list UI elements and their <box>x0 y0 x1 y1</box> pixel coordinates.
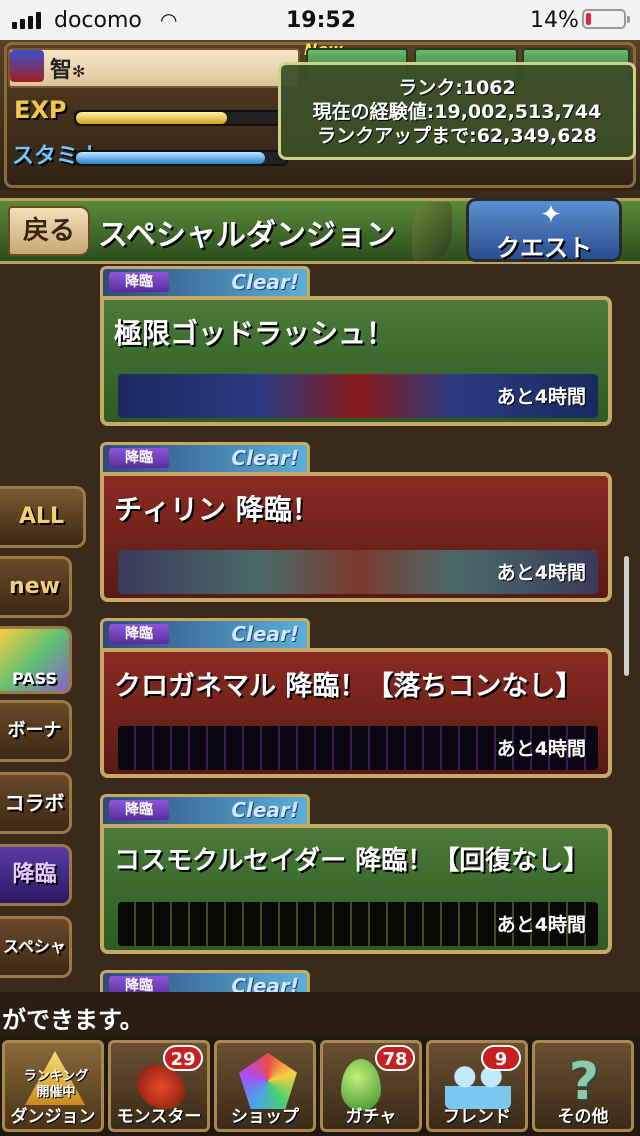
tab-descent[interactable]: 降臨 <box>0 844 72 906</box>
dungeon-banner: あと4時間 <box>118 726 598 770</box>
stamina-bar <box>74 150 288 166</box>
dragon-ornament-icon <box>412 202 452 260</box>
time-remaining: あと4時間 <box>496 738 586 760</box>
dungeon-banner: あと4時間 <box>118 550 598 594</box>
nav-label: ダンジョン <box>10 1107 96 1127</box>
back-button[interactable]: 戻る <box>8 206 90 256</box>
nav-label: ショップ <box>231 1107 299 1127</box>
monster-count-badge: 29 <box>163 1045 203 1071</box>
time-remaining: あと4時間 <box>496 386 586 408</box>
current-exp-line: 現在の経験値:19,002,513,744 <box>312 101 602 123</box>
nav-label: フレンド <box>443 1107 511 1127</box>
dungeon-card[interactable]: 降臨 Clear! 極限ゴッドラッシュ！ あと4時間 <box>100 266 612 432</box>
nav-dungeon[interactable]: ランキング 開催中 ダンジョン <box>2 1040 104 1132</box>
battery-icon <box>582 9 630 29</box>
dungeon-card[interactable]: 降臨 Clear! コスモクルセイダー 降臨！【回復なし】 あと4時間 <box>100 794 612 960</box>
exp-label: EXP <box>14 96 67 124</box>
gacha-count-badge: 78 <box>375 1045 415 1071</box>
clear-label: Clear! <box>231 446 299 470</box>
rank-line: ランク:1062 <box>398 77 516 99</box>
carrier-name: docomo <box>54 8 142 33</box>
nav-other[interactable]: ? その他 <box>532 1040 634 1132</box>
descent-badge: 降臨 <box>109 976 169 992</box>
tab-pass[interactable]: PASS <box>0 626 72 694</box>
dungeon-banner: あと4時間 <box>118 902 598 946</box>
clear-label: Clear! <box>231 974 299 992</box>
nav-label: モンスター <box>116 1107 202 1127</box>
dungeon-card[interactable]: 降臨 Clear! クロガネマル 降臨！【落ちコンなし】 あと4時間 <box>100 618 612 784</box>
signal-icon <box>12 11 48 29</box>
gem-icon <box>239 1053 297 1109</box>
tab-collab[interactable]: コラボ <box>0 772 72 834</box>
ticker-message: ができます。 <box>2 1006 144 1034</box>
tab-special[interactable]: スペシャル <box>0 916 72 1012</box>
time-remaining: あと4時間 <box>496 562 586 584</box>
avatar[interactable] <box>10 50 44 82</box>
descent-badge: 降臨 <box>109 448 169 468</box>
dungeon-card[interactable]: 降臨 Clear! チィリン 降臨！ あと4時間 <box>100 442 612 608</box>
descent-badge: 降臨 <box>109 624 169 644</box>
player-name: 智✻ <box>50 58 86 83</box>
clock: 19:52 <box>286 8 357 33</box>
nav-shop[interactable]: ショップ <box>214 1040 316 1132</box>
descent-badge: 降臨 <box>109 800 169 820</box>
nav-friend[interactable]: 9 フレンド <box>426 1040 528 1132</box>
battery-percent: 14% <box>530 8 579 33</box>
time-remaining: あと4時間 <box>496 914 586 936</box>
card-tag: 降臨 Clear! <box>100 794 310 824</box>
exp-bar <box>74 110 288 126</box>
status-bar: docomo ◠ 19:52 14% <box>0 0 640 40</box>
scrollbar[interactable] <box>624 556 629 676</box>
nav-monster[interactable]: 29 モンスター <box>108 1040 210 1132</box>
dungeon-name: コスモクルセイダー 降臨！【回復なし】 <box>114 846 590 876</box>
clear-label: Clear! <box>231 622 299 646</box>
card-tag: 降臨 Clear! <box>100 618 310 648</box>
friend-count-badge: 9 <box>481 1045 521 1071</box>
dungeon-banner: あと4時間 <box>118 374 598 418</box>
tab-bonus[interactable]: ボーナス <box>0 700 72 797</box>
wifi-icon: ◠ <box>160 8 178 32</box>
card-body: クロガネマル 降臨！【落ちコンなし】 あと4時間 <box>100 648 612 778</box>
descent-badge: 降臨 <box>109 272 169 292</box>
nav-label: その他 <box>557 1107 609 1127</box>
tab-new[interactable]: new <box>0 556 72 618</box>
card-body: 極限ゴッドラッシュ！ あと4時間 <box>100 296 612 426</box>
clear-label: Clear! <box>231 798 299 822</box>
tab-all[interactable]: ALL <box>0 486 86 548</box>
sparkle-icon: ✦ <box>540 200 562 230</box>
card-body: チィリン 降臨！ あと4時間 <box>100 472 612 602</box>
dungeon-name: チィリン 降臨！ <box>114 493 320 526</box>
rank-tooltip: ランク:1062 現在の経験値:19,002,513,744 ランクアップまで:… <box>278 62 636 160</box>
ranking-label: ランキング 開催中 <box>23 1069 89 1100</box>
clear-label: Clear! <box>231 270 299 294</box>
card-body: コスモクルセイダー 降臨！【回復なし】 あと4時間 <box>100 824 612 954</box>
rank-up-line: ランクアップまで:62,349,628 <box>317 125 597 147</box>
nav-gacha[interactable]: 78 ガチャ <box>320 1040 422 1132</box>
dungeon-name: 極限ゴッドラッシュ！ <box>114 317 395 350</box>
dungeon-name: クロガネマル 降臨！【落ちコンなし】 <box>114 671 583 702</box>
quest-label: クエスト <box>496 234 592 262</box>
nav-label: ガチャ <box>345 1107 397 1127</box>
card-tag: 降臨 Clear! <box>100 266 310 296</box>
card-tag: 降臨 Clear! <box>100 442 310 472</box>
dungeon-card-partial[interactable]: 降臨 Clear! <box>100 970 612 992</box>
page-title: スペシャルダンジョン <box>98 218 396 253</box>
card-tag: 降臨 Clear! <box>100 970 310 992</box>
